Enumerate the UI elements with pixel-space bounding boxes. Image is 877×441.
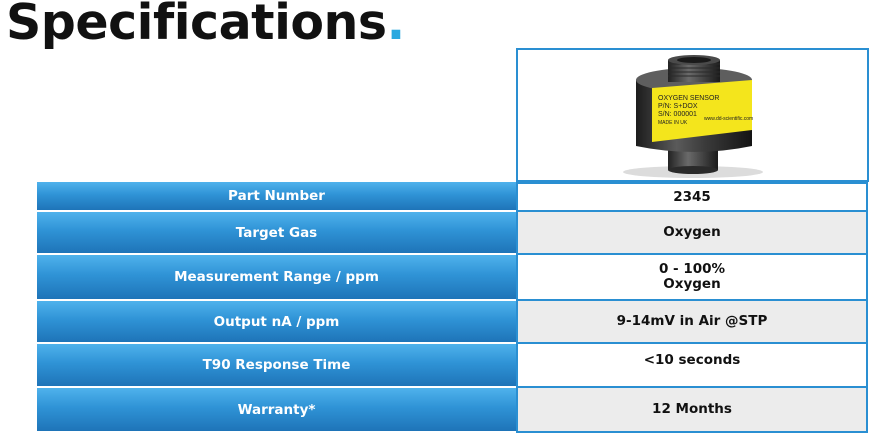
spec-label: T90 Response Time [37,344,516,388]
spec-row-warranty: Warranty* 12 Months [37,388,870,433]
svg-text:www.dd-scientific.com: www.dd-scientific.com [704,116,753,122]
spec-row-output: Output nA / ppm 9-14mV in Air @STP [37,301,870,344]
spec-label: Measurement Range / ppm [37,255,516,301]
spec-label: Output nA / ppm [37,301,516,344]
spec-value: Oxygen [516,212,868,255]
svg-text:S/N: 000001: S/N: 000001 [658,111,697,118]
spec-label: Target Gas [37,212,516,255]
spec-label: Part Number [37,182,516,212]
spec-label: Warranty* [37,388,516,433]
spec-value: 0 - 100% Oxygen [516,255,868,301]
spec-value: 12 Months [516,388,868,433]
spec-value: 9-14mV in Air @STP [516,301,868,344]
svg-text:OXYGEN SENSOR: OXYGEN SENSOR [658,95,719,102]
page-title: Specifications. [6,0,405,51]
svg-text:MADE IN UK: MADE IN UK [658,120,688,126]
spec-row-measurement-range: Measurement Range / ppm 0 - 100% Oxygen [37,255,870,301]
title-text: Specifications [6,0,387,51]
title-dot: . [386,0,406,51]
spec-row-response-time: T90 Response Time <10 seconds [37,344,870,388]
spec-row-part-number: Part Number 2345 [37,182,870,212]
spec-value: <10 seconds [516,344,868,388]
svg-text:P/N: S+DOX: P/N: S+DOX [658,103,698,110]
spec-table: Part Number 2345 Target Gas Oxygen Measu… [37,182,870,433]
spec-value: 2345 [516,182,868,212]
product-photo-cell: OXYGEN SENSOR P/N: S+DOX S/N: 000001 MAD… [516,48,869,182]
oxygen-sensor-image: OXYGEN SENSOR P/N: S+DOX S/N: 000001 MAD… [623,55,763,178]
spec-row-target-gas: Target Gas Oxygen [37,212,870,255]
